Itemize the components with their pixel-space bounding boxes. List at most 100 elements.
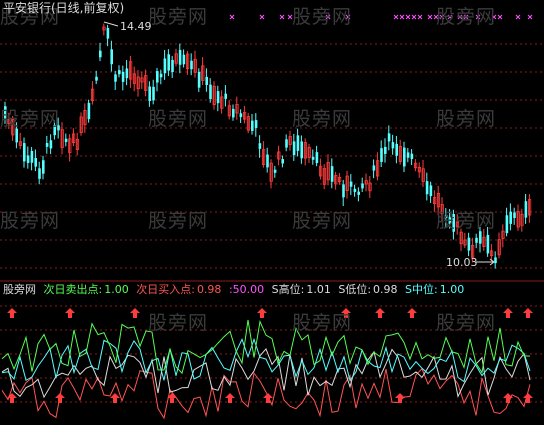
candle-down [64,138,68,143]
candle-down [410,153,414,160]
candle-down [30,150,34,163]
watermark: 股旁网 [0,108,61,130]
x-marker [393,14,399,20]
candle-down [395,143,398,156]
sell-point-value: 1.00 [104,283,129,296]
x-marker [399,14,405,20]
s-mid-value: 1.00 [439,283,465,296]
watermark: 股旁网 [148,108,209,130]
candle-down [475,237,478,243]
buy-point-value: 0.98 [196,283,222,296]
candle-down [205,76,208,86]
s-low-label: S低位: [338,283,372,296]
candle-down [357,191,360,195]
candle-down [152,86,155,101]
candle-down [49,140,53,149]
s-mid-line [1,337,531,383]
candle-down [315,152,319,164]
x-marker [417,14,423,20]
candle-down [505,215,509,234]
s-mid-label: S中位: [405,283,438,296]
candle-down [159,73,163,78]
candle-down [479,231,482,244]
watermark: 股旁网 [292,108,353,130]
candle-down [406,152,410,158]
candle-down [254,120,258,128]
candle-down [266,154,269,168]
indicator-legend: 股旁网 次日卖出点: 1.00 次日买入点: 0.98 :50.00 S高位: 1.0… [3,283,464,296]
candle-down [34,158,37,167]
candle-down [380,148,383,162]
candle-down [349,181,353,187]
x-marker [527,14,533,20]
watermark: 股旁网 [148,312,209,334]
x-marker [259,14,265,20]
watermark: 股旁网 [148,210,209,232]
candle-down [258,143,262,149]
x-marker [427,14,433,20]
up-arrow-icon [7,308,17,318]
candle-down [224,93,227,99]
candle-down [281,159,284,164]
candle-down [178,49,182,65]
x-marker [515,14,521,20]
extra-value: :50.00 [228,283,265,296]
candle-down [273,169,277,173]
candle-down [95,76,98,81]
candle-down [384,146,387,154]
buy-point-label: 次日买入点: [136,283,195,296]
watermark: 股旁网 [0,210,61,232]
up-arrow-icon [65,308,75,318]
candle-down [163,58,167,74]
candle-down [403,147,406,167]
candle-down [300,141,303,159]
candle-down [121,71,125,82]
candle-down [197,71,201,88]
candle-down [387,133,391,142]
up-arrow-icon [375,308,385,318]
x-marker [229,14,235,20]
x-marker [411,14,417,20]
candle-down [118,70,121,75]
candle-down [114,74,117,82]
watermark: 股旁网 [292,6,353,28]
candle-down [425,181,429,195]
watermark: 股旁网 [436,108,497,130]
candle-down [26,155,30,163]
candle-down [209,84,212,99]
candle-down [110,49,113,65]
candle-down [467,237,471,251]
candle-down [513,212,516,219]
x-marker [497,14,503,20]
candle-down [182,54,186,65]
candle-down [171,59,174,73]
up-arrow-icon [130,308,140,318]
candle-down [251,120,254,131]
candle-down [156,71,159,83]
candle-down [285,139,288,148]
candle-down [372,165,376,171]
up-arrow-icon [407,308,417,318]
x-marker [279,14,285,20]
buy-line [1,367,531,420]
indicator-name: 股旁网 [3,283,36,296]
watermark: 股旁网 [292,210,353,232]
s-high-value: 1.01 [306,283,331,296]
chart-title: 平安银行(日线,前复权) [3,1,125,15]
candle-down [232,108,235,118]
watermark: 股旁网 [148,6,209,28]
candle-down [190,60,193,70]
candle-down [292,141,296,156]
candle-down [125,68,129,79]
candle-down [342,184,345,198]
candle-down [311,156,315,160]
candle-down [361,183,364,189]
watermark: 股旁网 [292,312,353,334]
watermark: 股旁网 [436,312,497,334]
candle-down [239,113,243,118]
watermark: 股旁网 [436,6,497,28]
candle-down [353,188,357,192]
candle-down [296,135,300,151]
up-arrow-icon [523,308,533,318]
candle-down [391,142,395,149]
